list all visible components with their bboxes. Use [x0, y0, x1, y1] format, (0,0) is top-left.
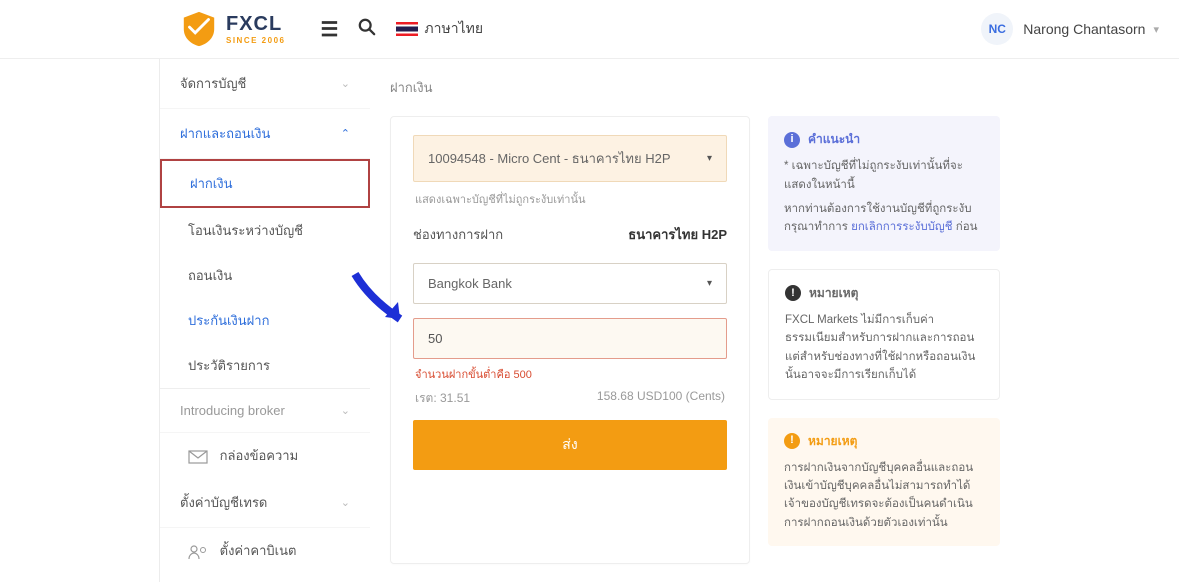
sidebar-item-cabinet[interactable]: ตั้งค่าคาบิเนต — [160, 528, 370, 573]
deposit-form: 10094548 - Micro Cent - ธนาคารไทย H2P ▾ … — [390, 116, 750, 564]
unlock-link[interactable]: ยกเลิกการระงับบัญชี — [851, 221, 952, 233]
bank-select[interactable]: Bangkok Bank ▾ — [413, 263, 727, 304]
chevron-down-icon: ⌄ — [341, 77, 350, 90]
sidebar-label: ฝากและถอนเงิน — [180, 123, 270, 144]
submit-button[interactable]: ส่ง — [413, 420, 727, 470]
menu-icon[interactable]: ☰ — [320, 17, 338, 42]
gear-person-icon — [188, 544, 208, 560]
avatar: NC — [981, 13, 1013, 45]
sidebar-label: จัดการบัญชี — [180, 73, 246, 94]
language-selector[interactable]: ภาษาไทย — [396, 18, 483, 40]
sidebar-label: ประวัติรายการ — [188, 358, 270, 373]
envelope-icon — [188, 450, 208, 464]
main-content: ฝากเงิน 10094548 - Micro Cent - ธนาคารไท… — [370, 59, 1179, 582]
dropdown-icon: ▾ — [707, 278, 712, 289]
sidebar-item-ib[interactable]: Introducing broker ⌄ — [160, 388, 370, 433]
dropdown-icon: ▾ — [707, 153, 712, 164]
chevron-up-icon: ⌃ — [341, 127, 350, 140]
info-box-note2: ! หมายเหตุ การฝากเงินจากบัญชีบุคคลอื่นแล… — [768, 418, 1000, 547]
info-icon: i — [784, 132, 800, 148]
account-note: แสดงเฉพาะบัญชีที่ไม่ถูกระงับเท่านั้น — [415, 190, 725, 208]
sidebar-item-settings[interactable]: ตั้งค่าบัญชีเทรด ⌄ — [160, 478, 370, 528]
sidebar-label: กล่องข้อความ — [220, 448, 299, 463]
sidebar-label: ประกันเงินฝาก — [188, 313, 269, 328]
channel-value: ธนาคารไทย H2P — [628, 224, 727, 245]
sidebar-item-transfer[interactable]: โอนเงินระหว่างบัญชี — [160, 208, 370, 253]
logo-main: FXCL — [226, 13, 285, 36]
rate-label: เรต: 31.51 — [415, 389, 470, 408]
search-icon[interactable] — [358, 18, 376, 41]
info-column: i คำแนะนำ * เฉพาะบัญชีที่ไม่ถูกระงับเท่า… — [768, 116, 1000, 564]
warn-icon: ! — [784, 433, 800, 449]
sidebar: จัดการบัญชี ⌄ ฝากและถอนเงิน ⌃ ฝากเงิน โอ… — [160, 59, 370, 582]
info-text: ก่อน — [953, 221, 978, 233]
language-label: ภาษาไทย — [424, 18, 483, 40]
sidebar-label: ตั้งค่าบัญชีเทรด — [180, 492, 267, 513]
sidebar-label: ฝากเงิน — [190, 176, 232, 191]
info-text: FXCL Markets ไม่มีการเก็บค่าธรรมเนียมสำห… — [785, 311, 983, 385]
sidebar-item-history[interactable]: ประวัติรายการ — [160, 343, 370, 388]
sidebar-item-withdraw[interactable]: ถอนเงิน — [160, 253, 370, 298]
left-margin — [0, 59, 160, 582]
account-select[interactable]: 10094548 - Micro Cent - ธนาคารไทย H2P ▾ — [413, 135, 727, 182]
info-title: หมายเหตุ — [808, 432, 857, 451]
info-title: หมายเหตุ — [809, 284, 858, 303]
channel-row: ช่องทางการฝาก ธนาคารไทย H2P — [413, 224, 727, 245]
sidebar-item-inbox[interactable]: กล่องข้อความ — [160, 433, 370, 478]
info-box-note1: ! หมายเหตุ FXCL Markets ไม่มีการเก็บค่าธ… — [768, 269, 1000, 400]
error-text: จำนวนฝากขั้นต่ำคือ 500 — [415, 365, 725, 383]
sidebar-label: Introducing broker — [180, 403, 285, 418]
info-box-tip: i คำแนะนำ * เฉพาะบัญชีที่ไม่ถูกระงับเท่า… — [768, 116, 1000, 251]
logo-sub: SINCE 2006 — [226, 36, 285, 45]
sidebar-label: ถอนเงิน — [188, 268, 232, 283]
logo[interactable]: FXCL SINCE 2006 — [180, 10, 285, 48]
page-title: ฝากเงิน — [390, 77, 1159, 98]
sidebar-item-deposit[interactable]: ฝากเงิน — [160, 159, 370, 208]
bank-select-value: Bangkok Bank — [428, 276, 512, 291]
warn-icon: ! — [785, 285, 801, 301]
sidebar-item-insure[interactable]: ประกันเงินฝาก — [160, 298, 370, 343]
thai-flag-icon — [396, 22, 418, 36]
user-menu[interactable]: NC Narong Chantasorn ▾ — [981, 13, 1159, 45]
rate-conv: 158.68 USD100 (Cents) — [597, 389, 725, 408]
account-select-value: 10094548 - Micro Cent - ธนาคารไทย H2P — [428, 148, 671, 169]
sidebar-item-deposit-withdraw[interactable]: ฝากและถอนเงิน ⌃ — [160, 109, 370, 159]
sidebar-label: โอนเงินระหว่างบัญชี — [188, 223, 303, 238]
amount-input[interactable] — [413, 318, 727, 359]
channel-label: ช่องทางการฝาก — [413, 224, 503, 245]
chevron-down-icon: ▾ — [1153, 23, 1159, 36]
sidebar-item-manage[interactable]: จัดการบัญชี ⌄ — [160, 59, 370, 109]
info-title: คำแนะนำ — [808, 130, 860, 149]
info-text: การฝากเงินจากบัญชีบุคคลอื่นและถอนเงินเข้… — [784, 459, 984, 533]
info-text: * เฉพาะบัญชีที่ไม่ถูกระงับเท่านั้นที่จะแ… — [784, 157, 984, 194]
shield-icon — [180, 10, 218, 48]
sidebar-label: ตั้งค่าคาบิเนต — [220, 543, 297, 558]
chevron-down-icon: ⌄ — [341, 404, 350, 417]
user-name: Narong Chantasorn — [1023, 21, 1145, 37]
chevron-down-icon: ⌄ — [341, 496, 350, 509]
rate-row: เรต: 31.51 158.68 USD100 (Cents) — [415, 389, 725, 408]
topbar: FXCL SINCE 2006 ☰ ภาษาไทย NC Narong Chan… — [0, 0, 1179, 59]
